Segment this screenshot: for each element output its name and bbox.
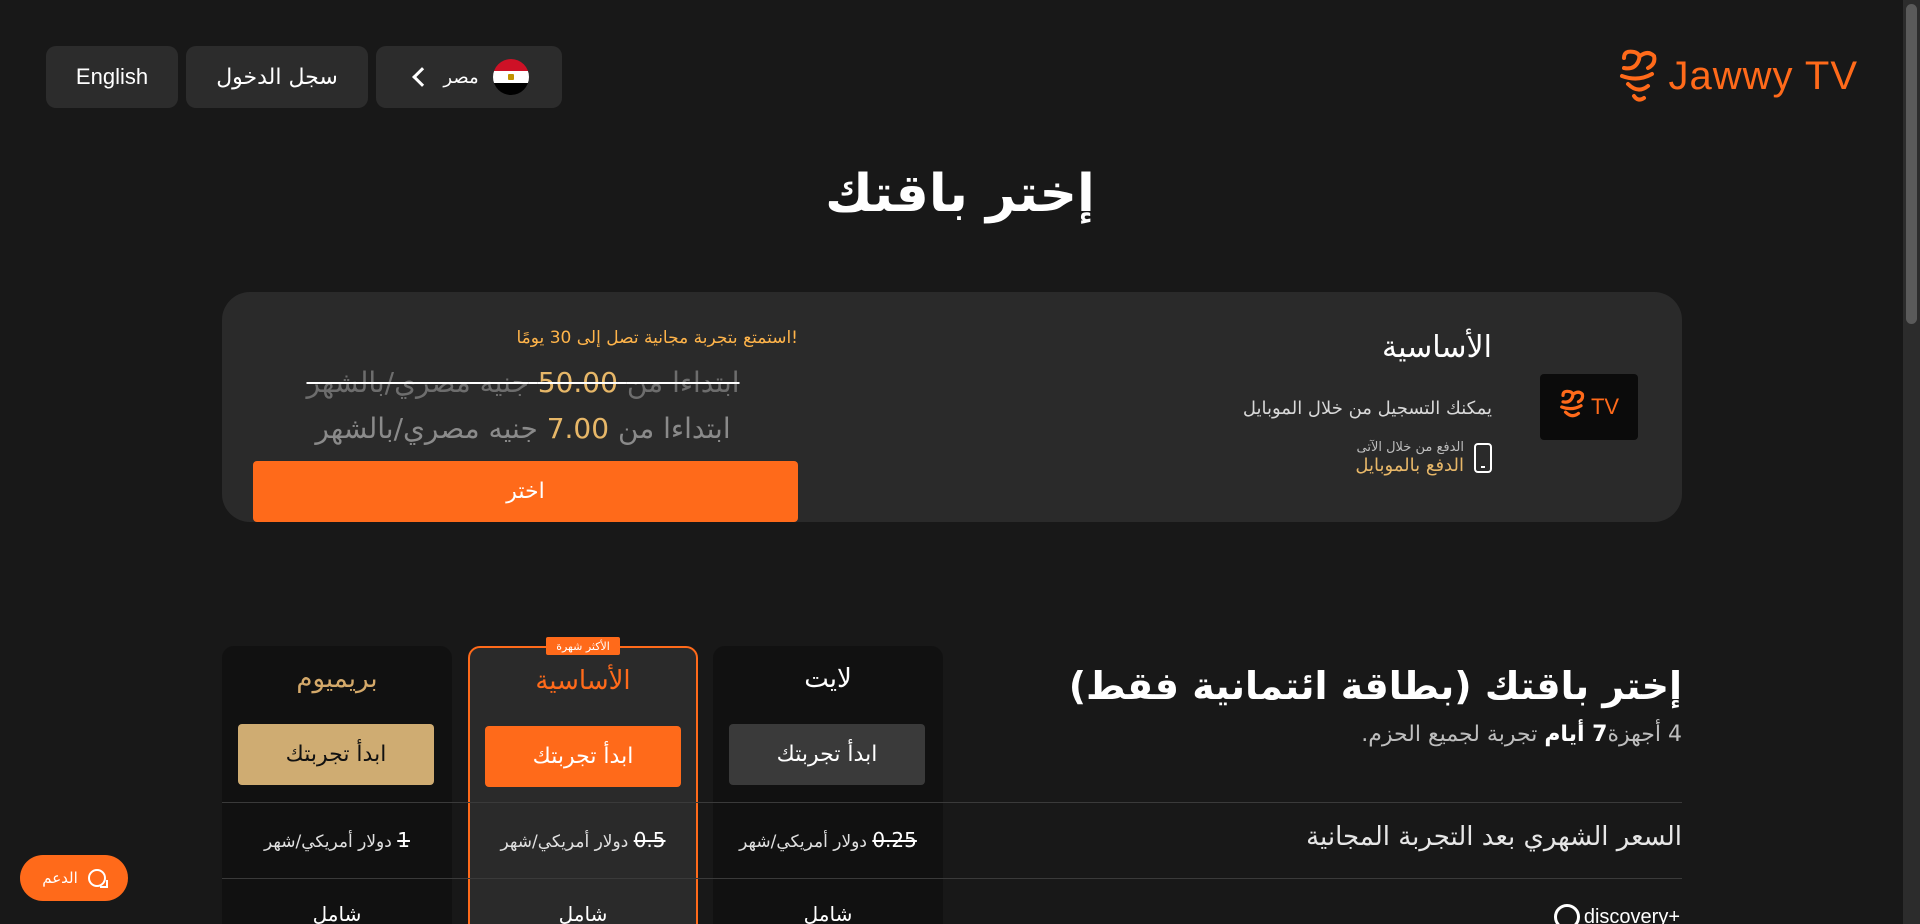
price-unit: دولار أمريكي/شهر: [739, 832, 867, 852]
chat-icon: [87, 869, 108, 888]
price-lite: 0.25 دولار أمريكي/شهر: [713, 828, 943, 852]
jawwy-tv-logo[interactable]: Jawwy TV: [1618, 48, 1858, 104]
price-value: 0.5: [633, 828, 666, 852]
plan-column-lite: لايت ابدأ تجربتك: [713, 646, 943, 924]
included-premium: شامل: [312, 902, 362, 924]
scrollbar-thumb[interactable]: [1906, 4, 1917, 324]
row-divider: [222, 802, 1682, 803]
start-trial-lite-button[interactable]: ابدأ تجربتك: [729, 724, 925, 785]
plan-column-basic: الأساسية ابدأ تجربتك: [468, 646, 698, 924]
payment-caption: الدفع من خلال الآتى: [1356, 440, 1464, 455]
discovery-icon: [1553, 904, 1580, 924]
plan-name-basic: الأساسية: [535, 666, 631, 696]
page-title: إختر باقتك: [825, 164, 1095, 224]
plan-name: الأساسية: [1382, 330, 1492, 365]
plans-subtitle: 4 أجهزة7 أيام تجربة لجميع الحزم.: [1361, 722, 1682, 747]
discovery-plus-logo: discovery+: [1553, 904, 1680, 924]
tv-badge-text: TV: [1590, 394, 1620, 419]
register-text: يمكنك التسجيل من خلال الموبايل: [1242, 398, 1492, 419]
payment-method: الدفع من خلال الآتى الدفع بالموبايل: [1355, 440, 1492, 476]
choose-plan-button[interactable]: اختر: [253, 461, 798, 522]
price-value: 0.25: [872, 828, 917, 852]
price-unit: دولار أمريكي/شهر: [500, 832, 629, 852]
old-price-suffix: جنيه مصري/بالشهر: [306, 366, 529, 399]
row-divider: [222, 878, 1682, 879]
login-button[interactable]: سجل الدخول: [186, 46, 368, 108]
devices-count: 4 أجهزة: [1607, 722, 1682, 747]
new-price: ابتداءا من 7.00 جنيه مصري/بالشهر: [300, 412, 746, 445]
old-price-prefix: ابتداءا من: [626, 366, 740, 399]
price-premium: 1 دولار أمريكي/شهر: [222, 828, 452, 852]
new-price-suffix: جنيه مصري/بالشهر: [315, 412, 538, 445]
language-english-button[interactable]: English: [46, 46, 178, 108]
new-price-value: 7.00: [546, 412, 610, 445]
included-basic: شامل: [558, 902, 608, 924]
subtitle-rest: تجربة لجميع الحزم.: [1361, 722, 1538, 747]
old-price-value: 50.00: [537, 366, 618, 399]
jawwy-logo-icon: [1560, 389, 1585, 418]
plan-column-premium: بريميوم ابدأ تجربتك: [222, 646, 452, 924]
support-button[interactable]: الدعم: [20, 855, 128, 901]
jawwy-logo-icon: [1620, 49, 1657, 102]
country-selector[interactable]: مصر: [376, 46, 562, 108]
old-price: ابتداءا من 50.00 جنيه مصري/بالشهر: [300, 366, 746, 399]
plan-name-premium: بريميوم: [296, 664, 378, 694]
price-unit: دولار أمريكي/شهر: [264, 832, 392, 852]
plan-name-lite: لايت: [804, 664, 852, 694]
payment-method-label: الدفع بالموبايل: [1355, 455, 1464, 476]
new-price-prefix: ابتداءا من: [617, 412, 731, 445]
included-lite: شامل: [803, 902, 853, 924]
discovery-label: discovery+: [1583, 905, 1680, 924]
support-label: الدعم: [42, 869, 78, 887]
monthly-price-label: السعر الشهري بعد التجربة المجانية: [1306, 822, 1682, 852]
start-trial-basic-button[interactable]: ابدأ تجربتك: [485, 726, 681, 787]
mobile-phone-icon: [1474, 443, 1492, 473]
trial-note: استمتع بتجربة مجانية تصل إلى 30 يومًا!: [516, 328, 798, 348]
price-value: 1: [397, 828, 410, 852]
start-trial-premium-button[interactable]: ابدأ تجربتك: [238, 724, 434, 785]
trial-days: 7 أيام: [1544, 722, 1608, 747]
vertical-scrollbar[interactable]: [1903, 0, 1920, 924]
logo-text: Jawwy TV: [1668, 53, 1858, 98]
price-basic: 0.5 دولار أمريكي/شهر: [468, 828, 698, 852]
country-label: مصر: [443, 66, 479, 88]
chevron-left-icon: [412, 67, 433, 87]
most-popular-badge: الأكثر شهرة: [546, 637, 620, 655]
tv-badge: TV: [1540, 374, 1638, 440]
egypt-flag-icon: [492, 59, 529, 95]
plans-title: إختر باقتك (بطاقة ائتمانية فقط): [1068, 664, 1682, 708]
